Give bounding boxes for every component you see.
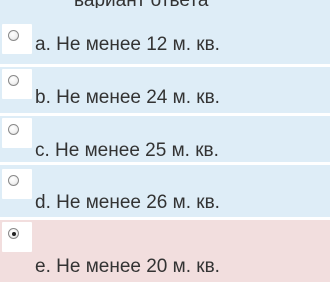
answer-label-a: a. Не менее 12 м. кв. [35, 34, 220, 55]
answer-option-d[interactable]: d. Не менее 26 м. кв. [0, 165, 330, 217]
answer-option-c[interactable]: c. Не менее 25 м. кв. [0, 116, 330, 162]
answer-option-a[interactable]: a. Не менее 12 м. кв. [0, 8, 330, 64]
answer-option-e[interactable]: e. Не менее 20 м. кв. [0, 220, 330, 282]
radio-box [2, 24, 32, 54]
radio-button-d[interactable] [8, 175, 19, 186]
answer-option-b[interactable]: b. Не менее 24 м. кв. [0, 67, 330, 113]
quiz-question: вариант ответа a. Не менее 12 м. кв. b. … [0, 0, 334, 284]
radio-box [2, 222, 32, 252]
radio-box [2, 69, 32, 99]
radio-button-e[interactable] [8, 228, 19, 239]
question-text-clipped: вариант ответа [0, 0, 330, 8]
answer-label-c: c. Не менее 25 м. кв. [35, 140, 219, 161]
radio-button-b[interactable] [8, 75, 19, 86]
answer-label-d: d. Не менее 26 м. кв. [35, 192, 220, 213]
radio-button-a[interactable] [8, 30, 19, 41]
question-text: вариант ответа [74, 0, 208, 8]
answer-label-e: e. Не менее 20 м. кв. [35, 256, 220, 277]
answer-label-b: b. Не менее 24 м. кв. [35, 87, 220, 108]
radio-box [2, 169, 32, 199]
radio-button-c[interactable] [8, 124, 19, 135]
radio-box [2, 118, 32, 148]
